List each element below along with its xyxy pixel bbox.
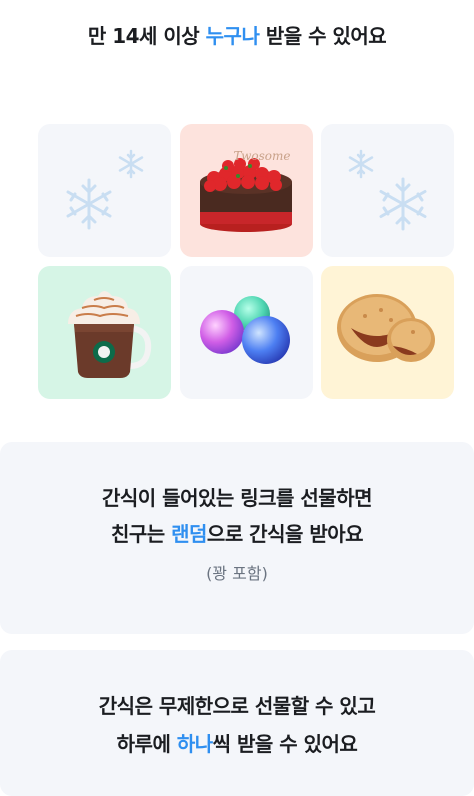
tile-strawberry-cake[interactable]: Twosome [180, 124, 313, 257]
card1-note: (꽝 포함) [206, 564, 268, 583]
cake-topper-text: Twosome [234, 149, 291, 163]
card2-line2: 하루에 하나씩 받을 수 있어요 [0, 728, 474, 760]
info-card-limit: 간식은 무제한으로 선물할 수 있고 하루에 하나씩 받을 수 있어요 [0, 650, 474, 796]
card2-line2-suffix: 씩 받을 수 있어요 [212, 732, 358, 756]
marbles-image [200, 296, 290, 364]
card1-line2: 친구는 랜덤으로 간식을 받아요 [0, 518, 474, 550]
headline-prefix: 만 14세 이상 [87, 24, 206, 48]
snowflake-icon [348, 149, 427, 231]
hot-chocolate-image [68, 291, 152, 378]
card1-line2-prefix: 친구는 [110, 522, 172, 546]
tile-color-marbles[interactable] [180, 266, 313, 399]
card1-line1: 간식이 들어있는 링크를 선물하면 [102, 486, 373, 510]
card1-line2-highlight: 랜덤 [171, 522, 207, 546]
card1-line2-suffix: 으로 간식을 받아요 [206, 522, 364, 546]
headline: 만 14세 이상 누구나 받을 수 있어요 [0, 20, 474, 49]
snowflake-icon [66, 149, 144, 230]
card2-line1: 간식은 무제한으로 선물할 수 있고 [98, 694, 376, 718]
tile-snowflake-right [321, 124, 454, 257]
tile-meat-pie[interactable] [321, 266, 454, 399]
card2-line2-prefix: 하루에 [116, 732, 177, 756]
strawberry-cake-image: Twosome [200, 149, 292, 232]
pie-image [337, 294, 435, 362]
info-card-random: 간식이 들어있는 링크를 선물하면 친구는 랜덤으로 간식을 받아요 (꽝 포함… [0, 442, 474, 634]
snack-grid: Twosome [38, 124, 454, 400]
headline-suffix: 받을 수 있어요 [259, 24, 387, 48]
tile-snowflake-left [38, 124, 171, 257]
headline-highlight: 누구나 [205, 24, 260, 48]
tile-hot-chocolate[interactable] [38, 266, 171, 399]
card2-line2-highlight: 하나 [176, 732, 213, 756]
